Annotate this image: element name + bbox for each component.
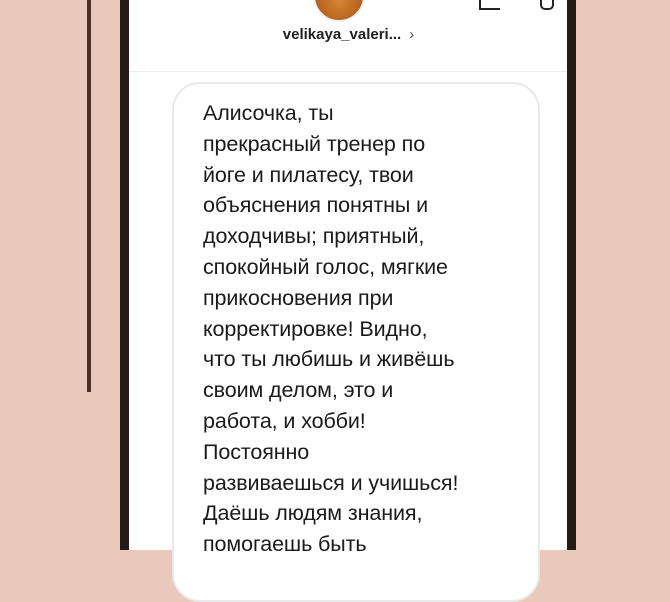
chevron-right-icon: › [409,26,415,43]
conversation-header[interactable]: velikaya_valeri... › [130,26,567,43]
header-divider [129,71,567,72]
decorative-vertical-line [87,0,91,392]
phone-edge-right [567,0,576,550]
username-label: velikaya_valeri... [282,26,402,43]
phone-edge-left [120,0,129,550]
info-icon[interactable] [540,0,554,10]
video-call-icon[interactable] [479,0,500,10]
message-bubble[interactable]: Алисочка, ты прекрасный тренер по йоге и… [172,82,540,602]
message-text: Алисочка, ты прекрасный тренер по йоге и… [203,101,459,557]
